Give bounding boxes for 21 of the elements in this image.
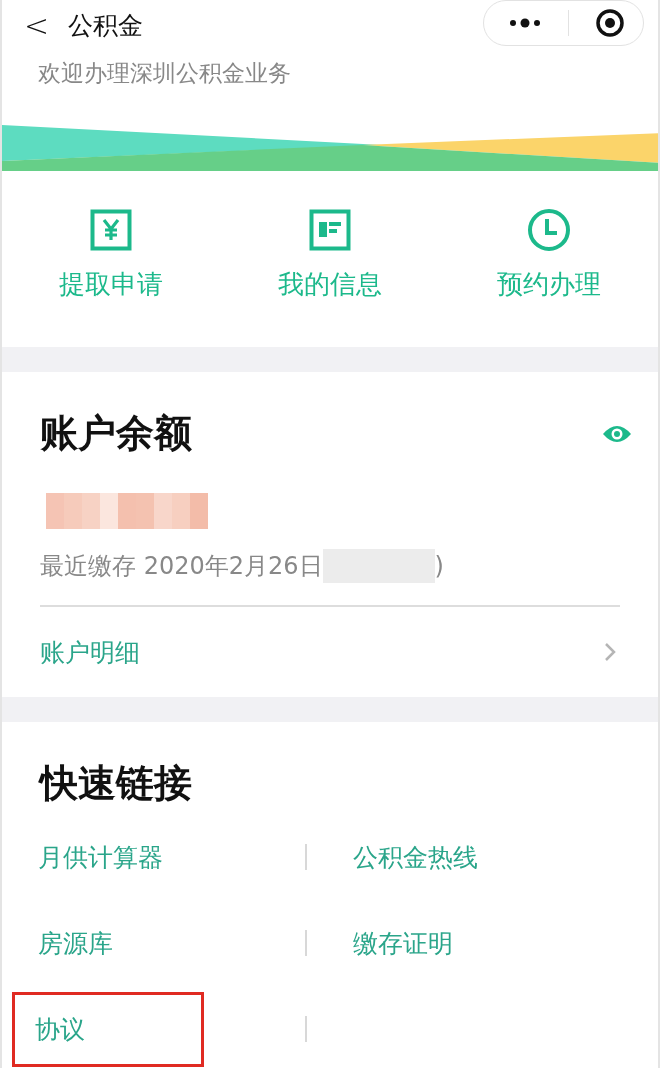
closing-parenthesis: ) (434, 552, 444, 580)
quick-link[interactable]: 缴存证明 (353, 926, 453, 960)
more-icon[interactable] (508, 18, 542, 28)
back-button[interactable]: < (24, 7, 68, 43)
shortcut-link[interactable]: 提取申请 (59, 267, 164, 302)
account-detail-link[interactable]: 账户明细 (40, 635, 140, 669)
quick-link[interactable]: 公积金热线 (353, 840, 478, 874)
last-deposit-text: 最近缴存 2020年2月26日 (40, 551, 323, 582)
section-title: 账户余额 (40, 410, 192, 457)
clock-icon (526, 208, 571, 252)
shortcut-link[interactable]: 预约办理 (496, 267, 601, 302)
close-icon[interactable] (595, 8, 625, 38)
quick-link[interactable]: 月供计算器 (38, 840, 163, 874)
id-card-icon (309, 209, 351, 251)
yen-icon (90, 209, 133, 251)
shortcut-link[interactable]: 我的信息 (278, 267, 382, 302)
section-title: 快速链接 (40, 760, 193, 807)
page-title: 公积金 (68, 9, 144, 42)
quick-link[interactable]: 协议 (12, 991, 204, 1067)
welcome-text: 欢迎办理深圳公积金业务 (37, 59, 292, 88)
quick-link[interactable]: 房源库 (38, 926, 113, 960)
